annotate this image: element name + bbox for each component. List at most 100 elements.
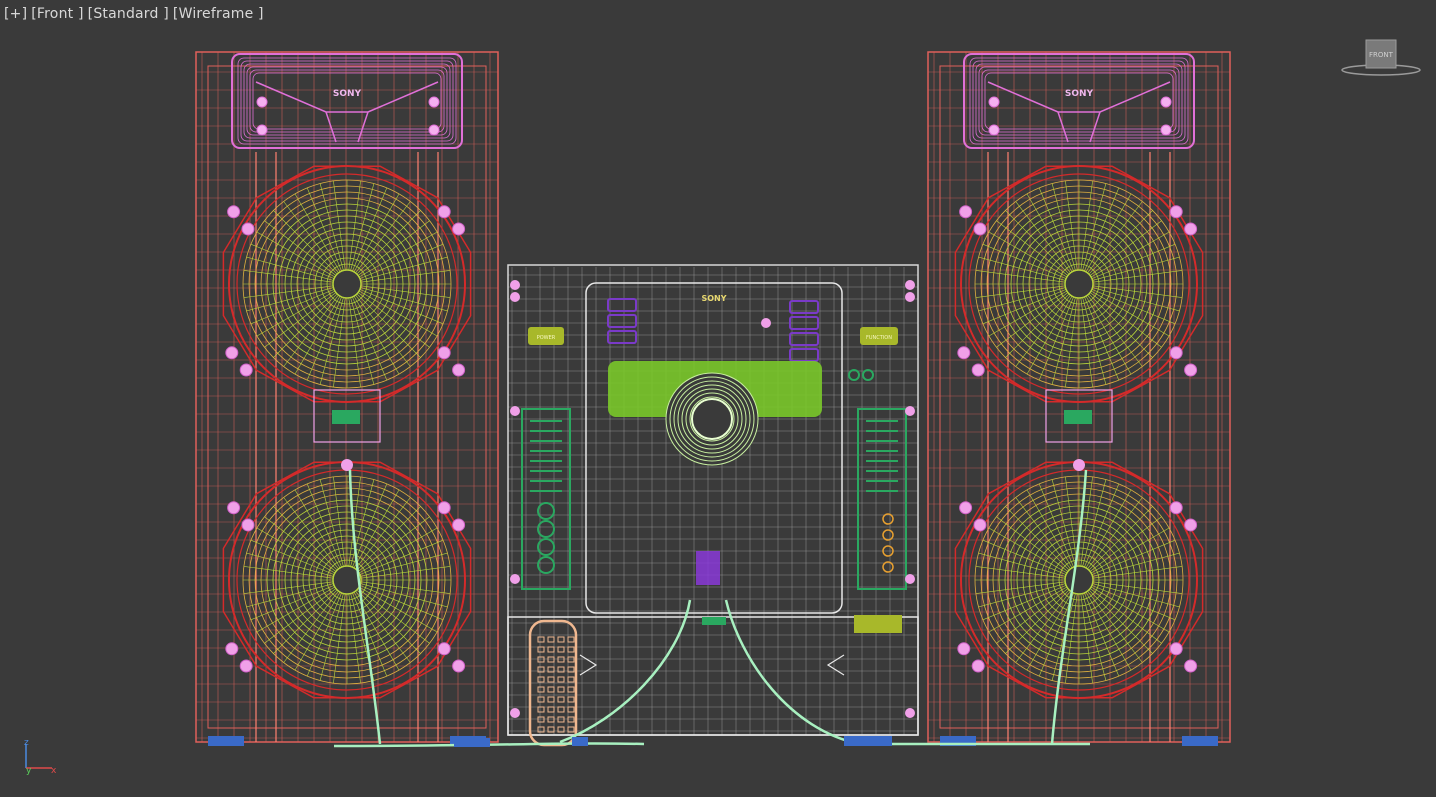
remote-button xyxy=(547,686,555,693)
woofer-cone-ray xyxy=(333,180,346,271)
tweeter-ring xyxy=(249,69,445,133)
mounting-screw xyxy=(239,659,253,673)
mounting-screw xyxy=(1184,518,1198,532)
woofer-cone-ray xyxy=(273,589,338,654)
woofer-cone-ray xyxy=(348,180,361,271)
remote-button xyxy=(567,696,575,703)
mounting-screw xyxy=(1169,501,1183,515)
woofer-right-lower xyxy=(954,461,1204,699)
left-panel-knob xyxy=(537,556,555,574)
woofer-cone-ray xyxy=(1088,506,1153,571)
right-panel-knob xyxy=(882,561,894,573)
mounting-screw xyxy=(959,205,973,219)
viewcube[interactable]: FRONT xyxy=(1340,38,1422,78)
remote-button xyxy=(557,706,565,713)
cable xyxy=(1050,469,1088,745)
tweeter-screw xyxy=(256,124,268,136)
remote-button xyxy=(537,716,545,723)
tweeter-ring xyxy=(237,57,457,145)
unit-screw xyxy=(905,292,915,302)
mounting-screw xyxy=(452,518,466,532)
viewport-scene[interactable]: SONY SONY SONY POWER FUNCTION xyxy=(0,0,1436,797)
unit-brand-label: SONY xyxy=(701,294,726,303)
remote-button xyxy=(547,696,555,703)
unit-screw xyxy=(905,280,915,290)
tweeter-screw xyxy=(1160,96,1172,108)
center-selector xyxy=(696,551,720,585)
remote-button xyxy=(557,716,565,723)
function-button-label: FUNCTION xyxy=(866,335,892,341)
tweeter-screw xyxy=(988,124,1000,136)
woofer-cone-ray xyxy=(1005,589,1070,654)
mounting-screw xyxy=(971,363,985,377)
tweeter-ring xyxy=(984,72,1174,130)
unit-screw xyxy=(510,280,520,290)
remote-button xyxy=(557,696,565,703)
woofer-cone-ray xyxy=(975,285,1066,298)
woofer-cone-ray xyxy=(1065,593,1078,684)
right-side-panel xyxy=(857,408,907,590)
woofer-cone-ray xyxy=(348,593,361,684)
woofer-right-upper xyxy=(954,165,1204,403)
tweeter-ring xyxy=(975,63,1183,139)
tweeter-screw xyxy=(428,96,440,108)
unit-screw xyxy=(761,318,771,328)
woofer-cone-ray xyxy=(243,285,334,298)
tweeter-horn: SONY xyxy=(963,53,1195,149)
mounting-screw xyxy=(452,222,466,236)
woofer-cone-ray xyxy=(333,593,346,684)
mounting-screw xyxy=(227,205,241,219)
mounting-screw xyxy=(225,642,239,656)
remote-button xyxy=(537,686,545,693)
woofer-left-lower xyxy=(222,461,472,699)
remote-button xyxy=(557,676,565,683)
remote-button xyxy=(537,656,545,663)
tweeter-ring xyxy=(969,57,1189,145)
main-unit[interactable]: SONY POWER FUNCTION xyxy=(507,264,919,747)
woofer-cone-ray xyxy=(1080,476,1093,567)
speaker-right[interactable]: SONY xyxy=(927,51,1231,746)
woofer-cone-ray xyxy=(1092,581,1183,594)
remote-button xyxy=(537,706,545,713)
woofer-cone-ray xyxy=(1080,180,1093,271)
woofer-cone-ray xyxy=(1092,566,1183,579)
remote-button xyxy=(547,656,555,663)
woofer-cone-ray xyxy=(975,581,1066,594)
woofer-cone-ray xyxy=(1080,297,1093,388)
remote-button xyxy=(537,696,545,703)
mid-screw xyxy=(1073,459,1085,471)
grille-marks xyxy=(579,654,845,676)
remote-button xyxy=(557,686,565,693)
tweeter-ring xyxy=(252,72,442,130)
woofer-cone-ray xyxy=(356,293,421,358)
purple-control xyxy=(607,330,637,344)
viewcube-face-label: FRONT xyxy=(1369,51,1394,59)
axis-gizmo: z y x xyxy=(24,738,57,776)
jack xyxy=(848,369,860,381)
woofer-cone-ray xyxy=(243,566,334,579)
mounting-screw xyxy=(437,642,451,656)
mounting-screw xyxy=(239,363,253,377)
woofer-cone-ray xyxy=(356,506,421,571)
left-panel-knob xyxy=(537,520,555,538)
remote-button xyxy=(547,716,555,723)
speaker-brand-label: SONY xyxy=(333,89,362,99)
speaker-left[interactable]: SONY xyxy=(195,51,499,746)
remote-button xyxy=(567,676,575,683)
unit-screw xyxy=(510,574,520,584)
woofer-cone-ray xyxy=(1088,293,1153,358)
mounting-screw xyxy=(959,501,973,515)
woofer-dust-cap xyxy=(332,269,362,299)
tweeter-screw xyxy=(988,96,1000,108)
remote-button xyxy=(557,636,565,643)
remote-button xyxy=(567,636,575,643)
tweeter-ring xyxy=(978,66,1180,136)
tweeter-screw xyxy=(1160,124,1172,136)
mid-port-led xyxy=(1064,410,1092,424)
speaker-foot xyxy=(1182,736,1218,746)
woofer-cone-ray xyxy=(360,581,451,594)
remote-button xyxy=(547,706,555,713)
mounting-screw xyxy=(225,346,239,360)
woofer-left-upper xyxy=(222,165,472,403)
unit-screw xyxy=(905,406,915,416)
